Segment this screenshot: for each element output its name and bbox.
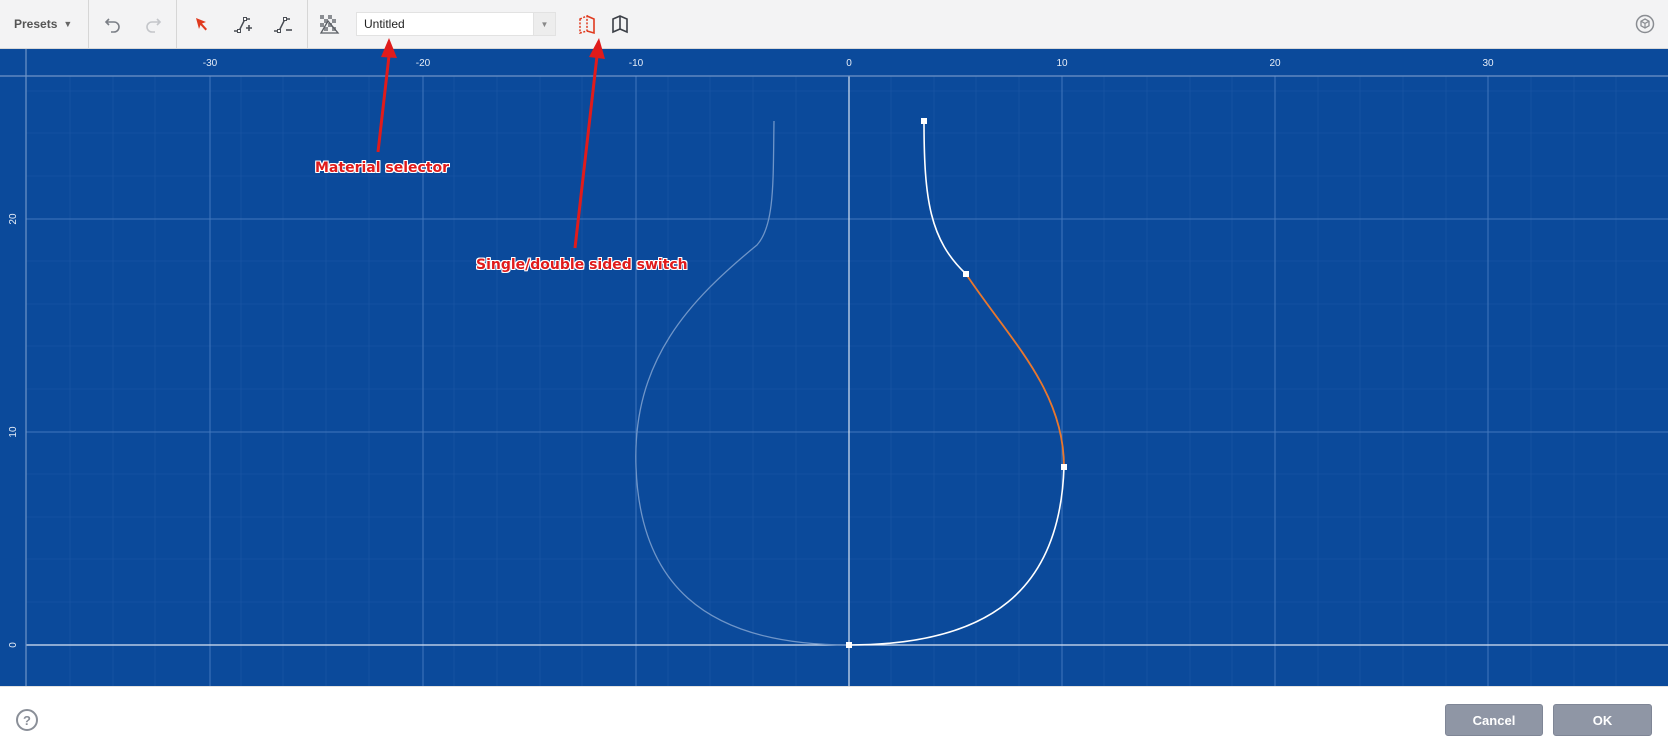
- redo-icon: [146, 18, 162, 33]
- toolbar-divider: [88, 0, 89, 49]
- toolbar: Presets ▼ Untitled ▼: [0, 0, 1668, 49]
- add-point-button[interactable]: [229, 11, 255, 37]
- profile-curve-segment[interactable]: [923, 120, 967, 275]
- profile-grid: -30 -20 -10 0 10 20 30 20 10 0: [0, 49, 1668, 686]
- minor-grid: [26, 76, 1668, 686]
- delete-point-icon: [274, 17, 292, 33]
- double-sided-icon: [612, 15, 628, 34]
- redo-button[interactable]: [140, 11, 166, 37]
- double-sided-button[interactable]: [607, 11, 633, 37]
- presets-menu[interactable]: Presets ▼: [14, 14, 72, 34]
- y-tick-label: 0: [8, 642, 19, 648]
- dropdown-caret-icon[interactable]: ▼: [533, 13, 555, 35]
- material-selector-annotation: Material selector: [315, 160, 450, 176]
- x-tick-label: 10: [1056, 58, 1068, 69]
- ok-button[interactable]: OK: [1553, 704, 1652, 736]
- caret-down-icon: ▼: [63, 19, 73, 29]
- material-preview-button[interactable]: [316, 11, 342, 37]
- x-tick-label: 0: [846, 58, 852, 69]
- x-tick-label: -30: [203, 58, 218, 69]
- profile-canvas[interactable]: -30 -20 -10 0 10 20 30 20 10 0: [0, 49, 1668, 686]
- undo-icon: [104, 18, 120, 33]
- presets-label: Presets: [14, 17, 58, 31]
- material-selector[interactable]: Untitled ▼: [356, 12, 556, 36]
- control-point[interactable]: [1061, 464, 1067, 470]
- selected-curve-segment[interactable]: [965, 273, 1065, 468]
- control-point[interactable]: [846, 642, 852, 648]
- view-cube-icon: [1635, 14, 1655, 34]
- sided-switch-annotation: Single/double sided switch: [476, 257, 688, 273]
- cancel-button[interactable]: Cancel: [1445, 704, 1543, 736]
- help-icon[interactable]: ?: [16, 709, 38, 731]
- toolbar-divider: [176, 0, 177, 49]
- y-tick-label: 20: [8, 213, 19, 225]
- x-tick-label: -10: [629, 58, 644, 69]
- add-point-icon: [234, 17, 252, 33]
- toolbar-divider: [307, 0, 308, 49]
- select-tool-button[interactable]: [189, 11, 215, 37]
- delete-point-button[interactable]: [269, 11, 295, 37]
- material-value: Untitled: [364, 17, 405, 31]
- profile-curve-segment[interactable]: [848, 466, 1065, 646]
- x-tick-label: 30: [1482, 58, 1494, 69]
- control-point[interactable]: [963, 271, 969, 277]
- major-grid: [26, 76, 1668, 686]
- single-sided-button[interactable]: [574, 11, 600, 37]
- material-checker-icon: [319, 15, 340, 34]
- view-cube-button[interactable]: [1632, 11, 1658, 37]
- x-tick-label: -20: [416, 58, 431, 69]
- select-arrow-icon: [196, 18, 207, 31]
- x-tick-label: 20: [1269, 58, 1281, 69]
- y-tick-label: 10: [8, 426, 19, 438]
- single-sided-icon: [579, 14, 595, 35]
- undo-button[interactable]: [100, 11, 126, 37]
- control-point[interactable]: [921, 118, 927, 124]
- dialog-footer: ? Cancel OK: [0, 686, 1668, 746]
